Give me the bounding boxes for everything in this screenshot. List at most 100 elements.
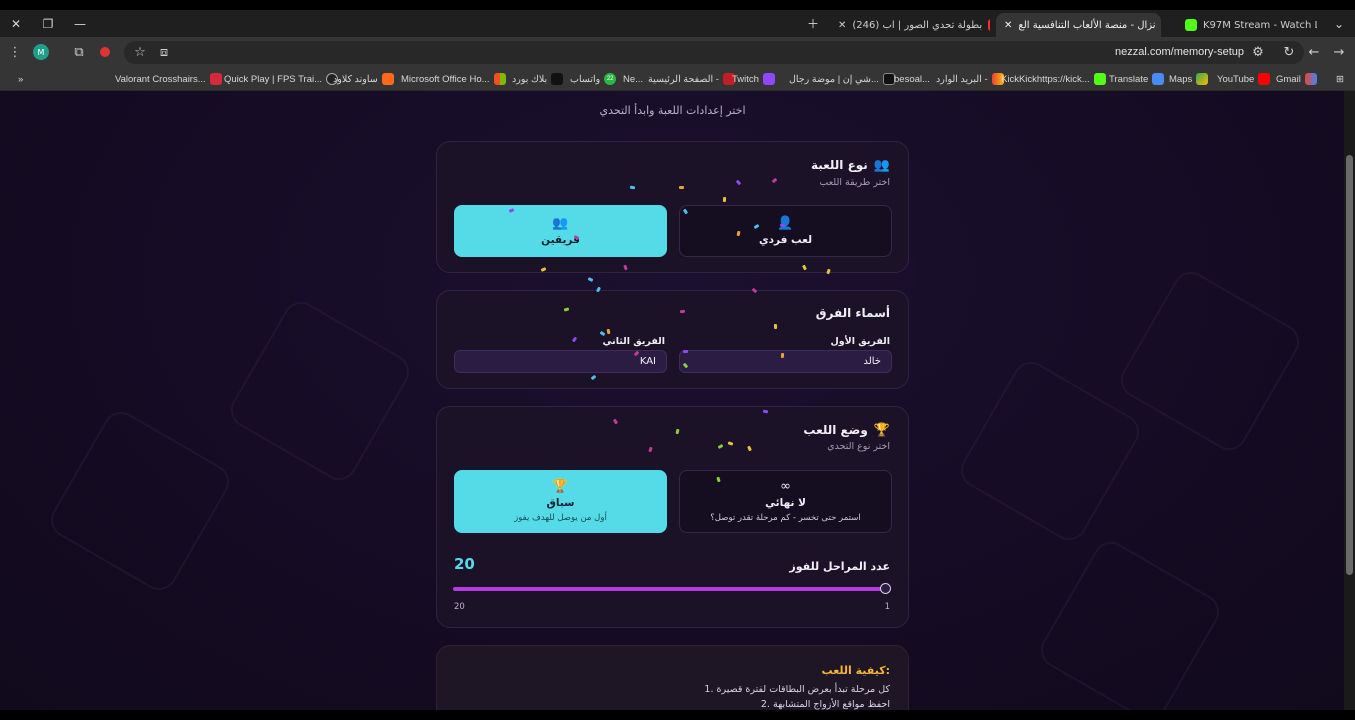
- how-to-play-step: 2. احفظ مواقع الأزواج المتشابهة: [760, 699, 890, 710]
- page-scrollbar-thumb[interactable]: [1346, 155, 1353, 575]
- stages-value: 20: [454, 555, 475, 573]
- bookmark-twitch[interactable]: Twitch: [732, 71, 775, 87]
- tab-nezzal[interactable]: ✕ نزال - منصة الألعاب التنافسية الع: [996, 13, 1161, 37]
- gmail-icon: [1304, 73, 1317, 85]
- bookmark-youtube[interactable]: YouTube: [1217, 71, 1271, 87]
- bookmark-favicon-icon: [209, 73, 222, 85]
- screen-bottom-edge: [0, 710, 1355, 720]
- bookmark-home[interactable]: الصفحة الرئيسية -: [648, 71, 735, 87]
- users-icon: 👥: [552, 215, 569, 231]
- kick-icon: [1093, 73, 1106, 85]
- bookmark-whatsapp[interactable]: واتساب 22: [570, 71, 617, 87]
- stages-label: عدد المراحل للفوز: [789, 560, 890, 573]
- confetti-piece: [679, 309, 686, 314]
- game-type-subtitle: اختر طريقة اللعب: [819, 177, 890, 188]
- bookmark-kick[interactable]: KickKickhttps://kick...: [1001, 71, 1106, 87]
- play-mode-title: وضع اللعب 🏆: [803, 422, 890, 438]
- team2-label: الفريق الثاني: [602, 336, 665, 347]
- bookmark-gmail[interactable]: Gmail: [1276, 71, 1317, 87]
- play-mode-subtitle: اختر نوع التحدي: [827, 441, 890, 452]
- new-tab-button[interactable]: ＋: [797, 10, 829, 37]
- game-type-card: نوع اللعبة 👥 اختر طريقة اللعب 👤 لعب فردي…: [436, 141, 909, 273]
- bookmarks-overflow-icon[interactable]: »: [18, 71, 23, 87]
- twitch-icon: [762, 73, 775, 85]
- youtube-favicon-icon: [988, 19, 990, 31]
- back-icon[interactable]: ←: [1306, 44, 1322, 60]
- users-icon: 👥: [873, 157, 890, 173]
- bookmark-quickplay[interactable]: Quick Play | FPS Trai...: [224, 71, 339, 87]
- close-tab-icon[interactable]: ✕: [1004, 20, 1012, 31]
- site-settings-icon[interactable]: ⚙: [1250, 44, 1266, 60]
- page-subtitle: اختر إعدادات اللعبة وابدأ التحدي: [599, 104, 746, 117]
- option-race[interactable]: 🏆 سباق أول من يوصل للهدف يفوز: [454, 470, 667, 533]
- close-tab-icon[interactable]: ✕: [838, 20, 846, 31]
- kick-favicon-icon: [1185, 19, 1197, 31]
- reload-icon[interactable]: ↻: [1281, 44, 1297, 60]
- confetti-piece: [773, 323, 778, 330]
- bookmark-maps[interactable]: Maps: [1169, 71, 1209, 87]
- slider-max-label: 20: [454, 602, 465, 612]
- bookmarks-bar: » Valorant Crosshairs... Quick Play | FP…: [0, 67, 1355, 91]
- close-window-button[interactable]: ✕: [0, 10, 32, 37]
- menu-icon[interactable]: ⋮: [7, 44, 23, 60]
- tab-title: K97M Stream - Watch Live on K: [1203, 19, 1317, 31]
- bookmark-translate[interactable]: Translate: [1109, 71, 1165, 87]
- confetti-piece: [762, 409, 769, 414]
- background-hexagon: [1114, 265, 1306, 457]
- screen-top-edge: [0, 0, 1355, 10]
- option-solo[interactable]: 👤 لعب فردي: [679, 205, 892, 257]
- game-type-title: نوع اللعبة 👥: [810, 157, 890, 173]
- restore-window-button[interactable]: ❐: [32, 10, 64, 37]
- background-hexagon: [1034, 535, 1226, 710]
- bookmark-inbox[interactable]: البريد الوارد -: [936, 71, 1004, 87]
- tab-title: نزال - منصة الألعاب التنافسية الع: [1018, 19, 1156, 31]
- confetti-piece: [780, 352, 785, 359]
- option-two-teams[interactable]: 👥 فريقين: [454, 205, 667, 257]
- maps-icon: [1196, 73, 1209, 85]
- background-hexagon: [954, 355, 1146, 547]
- stages-slider-track[interactable]: [453, 587, 890, 591]
- confetti-piece: [682, 349, 689, 354]
- option-endless[interactable]: ∞ لا نهائي استمر حتى تخسر - كم مرحلة تقد…: [679, 470, 892, 533]
- background-hexagon: [224, 295, 416, 487]
- install-app-icon[interactable]: ⧈: [156, 44, 172, 60]
- slider-min-label: 1: [884, 602, 890, 612]
- team-names-title: أسماء الفرق: [815, 306, 890, 320]
- bookmark-valorant[interactable]: Valorant Crosshairs...: [115, 71, 222, 87]
- bookmark-besoal[interactable]: besoal...: [894, 71, 930, 87]
- bookmark-ne[interactable]: Ne...: [623, 71, 643, 87]
- bookmark-shein[interactable]: شي إن | موضة رجال...: [789, 71, 895, 87]
- stages-slider-handle[interactable]: [880, 583, 891, 594]
- confetti-piece: [679, 186, 684, 189]
- browser-toolbar: ⋮ M ⧉ ☆ ⧈ nezzal.com/memory-setup ⚙ ↻ ← …: [0, 37, 1355, 67]
- tab-youtube[interactable]: ✕ (246) بطولة تحدي الصور | اب: [830, 13, 990, 37]
- how-to-play-card: كيفية اللعب: 1. كل مرحلة تبدأ بعرض البطا…: [436, 645, 909, 720]
- bookmark-office[interactable]: Microsoft Office Ho...: [401, 71, 506, 87]
- confetti-piece: [722, 196, 727, 203]
- opera-icon[interactable]: [97, 44, 113, 60]
- team1-name-input[interactable]: [679, 350, 892, 373]
- bookmark-blackboard[interactable]: بلاك بورد: [512, 71, 564, 87]
- bookmark-soundcloud[interactable]: ساوند كلاود: [333, 71, 394, 87]
- extensions-icon[interactable]: ⧉: [71, 44, 87, 60]
- team1-label: الفريق الأول: [830, 336, 891, 347]
- confetti-piece: [629, 185, 636, 190]
- trophy-icon: 🏆: [873, 422, 890, 438]
- minimize-window-button[interactable]: —: [64, 10, 96, 37]
- blackboard-icon: [551, 73, 564, 85]
- translate-icon: [1152, 73, 1165, 85]
- team-names-card: أسماء الفرق الفريق الأول الفريق الثاني: [436, 290, 909, 389]
- apps-grid-icon[interactable]: ⊞: [1336, 71, 1344, 87]
- background-hexagon: [44, 405, 236, 597]
- soundcloud-icon: [381, 73, 394, 85]
- tab-strip: ✕ ❐ — ⌄ K97M Stream - Watch Live on K ✕ …: [0, 10, 1355, 37]
- forward-icon[interactable]: →: [1331, 44, 1347, 60]
- tab-k97m[interactable]: K97M Stream - Watch Live on K: [1177, 13, 1317, 37]
- tab-search-button[interactable]: ⌄: [1323, 10, 1355, 37]
- microsoft-icon: [493, 73, 506, 85]
- bookmark-star-icon[interactable]: ☆: [132, 44, 148, 60]
- infinity-icon: ∞: [780, 479, 791, 494]
- profile-avatar[interactable]: M: [33, 44, 49, 60]
- url-text[interactable]: nezzal.com/memory-setup: [1115, 46, 1244, 58]
- address-bar[interactable]: ☆ ⧈ nezzal.com/memory-setup ⚙: [124, 41, 1304, 64]
